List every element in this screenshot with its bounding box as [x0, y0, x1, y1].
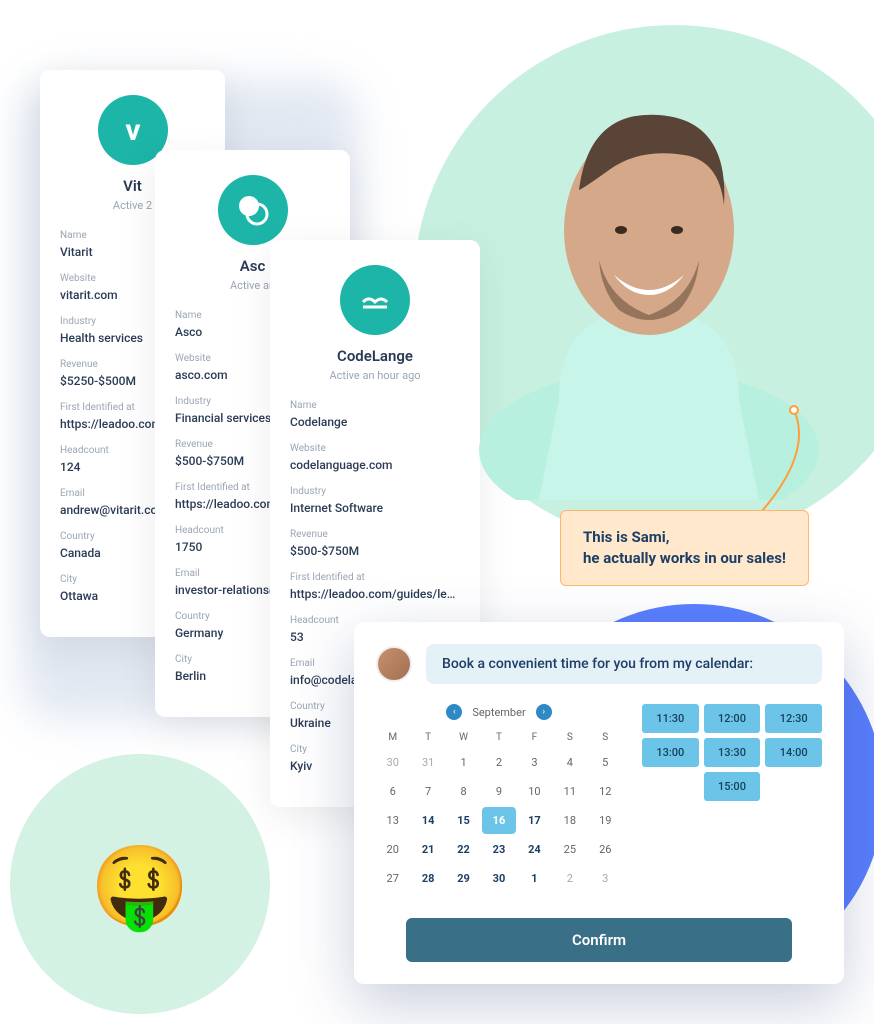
calendar-day[interactable]: 30	[482, 865, 515, 892]
callout-text-line1: This is Sami,	[583, 527, 786, 548]
calendar-day: 8	[447, 778, 480, 805]
calendar-day[interactable]: 17	[518, 807, 551, 834]
confirm-button[interactable]: Confirm	[406, 918, 792, 962]
calendar-day[interactable]: 21	[411, 836, 444, 863]
company-logo	[340, 265, 410, 335]
value-first-identified: https://leadoo.com/guides/lead...	[290, 587, 460, 601]
calendar-month-label: September	[472, 706, 525, 719]
calendar-day: 30	[376, 749, 409, 776]
company-activity: Active an hour ago	[290, 369, 460, 382]
company-name-header: CodeLange	[290, 347, 460, 365]
timeslot-button[interactable]: 12:30	[765, 704, 822, 733]
calendar-day: 5	[589, 749, 622, 776]
calendar-prev-button[interactable]: ‹	[446, 704, 462, 720]
calendar-next-button[interactable]: ›	[536, 704, 552, 720]
calendar-day[interactable]: 29	[447, 865, 480, 892]
calendar-day: 3	[589, 865, 622, 892]
calendar-day: 26	[589, 836, 622, 863]
company-logo	[218, 175, 288, 245]
calendar-day: 13	[376, 807, 409, 834]
calendar-day: 11	[553, 778, 586, 805]
callout-bubble: This is Sami, he actually works in our s…	[560, 510, 809, 586]
label-industry: Industry	[290, 486, 460, 497]
timeslot-button[interactable]: 11:30	[642, 704, 699, 733]
calendar-day[interactable]: 24	[518, 836, 551, 863]
timeslot-button[interactable]: 14:00	[765, 738, 822, 767]
calendar-day: 10	[518, 778, 551, 805]
value-website: codelanguage.com	[290, 458, 460, 472]
svg-text:v: v	[125, 113, 140, 148]
calendar-dow: S	[589, 728, 622, 747]
calendar-day: 19	[589, 807, 622, 834]
booking-prompt: Book a convenient time for you from my c…	[426, 644, 822, 684]
timeslot-button[interactable]: 12:00	[704, 704, 761, 733]
value-name: Codelange	[290, 415, 460, 429]
calendar-dow: T	[482, 728, 515, 747]
calendar-day: 2	[482, 749, 515, 776]
calendar-day[interactable]: 1	[518, 865, 551, 892]
calendar-day: 3	[518, 749, 551, 776]
calendar-day[interactable]: 15	[447, 807, 480, 834]
calendar-day[interactable]: 16	[482, 807, 515, 834]
calendar-dow: S	[553, 728, 586, 747]
money-face-emoji: 🤑	[90, 840, 190, 934]
calendar-day: 1	[447, 749, 480, 776]
calendar-day: 4	[553, 749, 586, 776]
calendar-dow: T	[411, 728, 444, 747]
avatar	[376, 646, 412, 682]
calendar-day[interactable]: 22	[447, 836, 480, 863]
calendar-day: 18	[553, 807, 586, 834]
label-website: Website	[290, 443, 460, 454]
calendar-dow: W	[447, 728, 480, 747]
calendar-day: 6	[376, 778, 409, 805]
logo-overlap-icon	[233, 190, 273, 230]
timeslot-button[interactable]: 13:30	[704, 738, 761, 767]
calendar-day: 2	[553, 865, 586, 892]
timeslot-grid: 11:3012:0012:30 13:0013:3014:0015:00	[642, 704, 822, 892]
calendar: ‹ September › MTWTFSS3031123456789101112…	[376, 704, 622, 892]
calendar-day: 12	[589, 778, 622, 805]
calendar-day: 9	[482, 778, 515, 805]
calendar-day[interactable]: 28	[411, 865, 444, 892]
label-name: Name	[290, 400, 460, 411]
label-revenue: Revenue	[290, 529, 460, 540]
timeslot-button[interactable]: 13:00	[642, 738, 699, 767]
calendar-dow: M	[376, 728, 409, 747]
calendar-day[interactable]: 14	[411, 807, 444, 834]
calendar-day[interactable]: 23	[482, 836, 515, 863]
callout-text-line2: he actually works in our sales!	[583, 548, 786, 569]
value-revenue: $500-$750M	[290, 544, 460, 558]
logo-glasses-icon	[355, 280, 395, 320]
calendar-day: 27	[376, 865, 409, 892]
calendar-day: 7	[411, 778, 444, 805]
value-industry: Internet Software	[290, 501, 460, 515]
calendar-day: 20	[376, 836, 409, 863]
timeslot-button[interactable]: 15:00	[704, 772, 761, 801]
logo-v-icon: v	[113, 110, 153, 150]
callout-connector-line	[724, 405, 824, 525]
calendar-day: 25	[553, 836, 586, 863]
calendar-dow: F	[518, 728, 551, 747]
calendar-day: 31	[411, 749, 444, 776]
booking-widget: Book a convenient time for you from my c…	[354, 622, 844, 984]
label-first-identified: First Identified at	[290, 572, 460, 583]
